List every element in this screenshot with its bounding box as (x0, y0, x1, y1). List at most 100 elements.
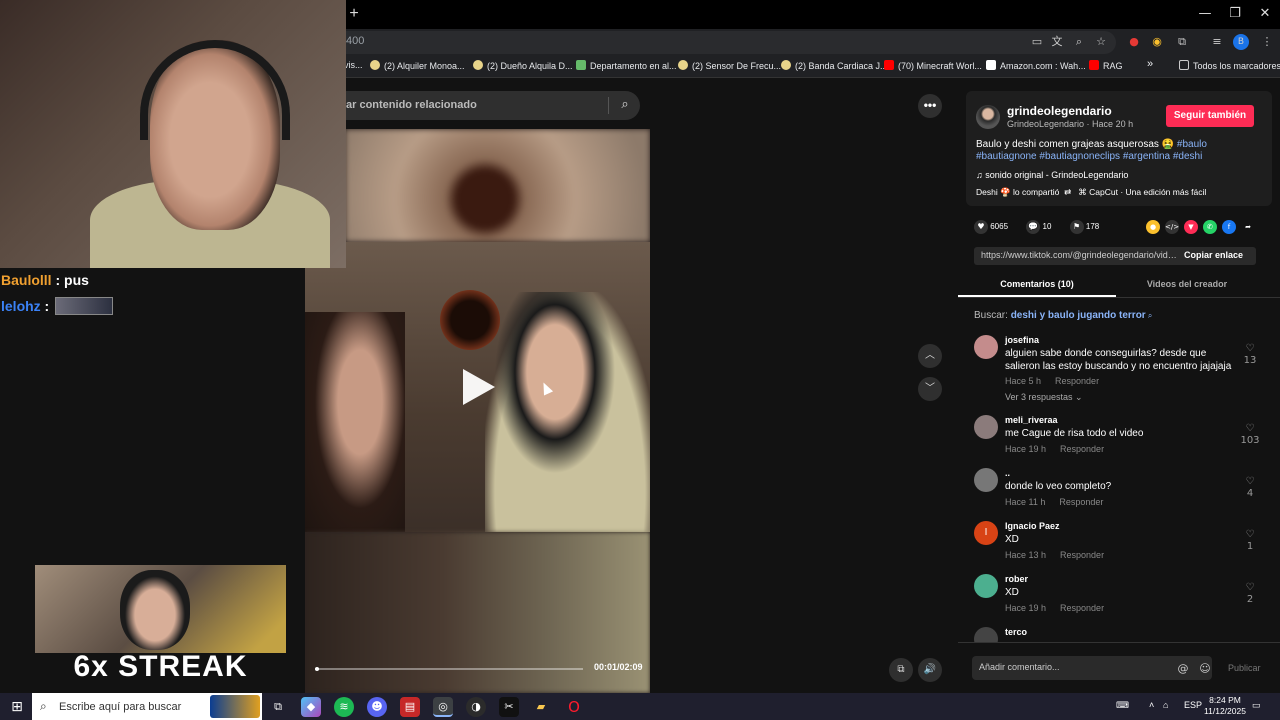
comment-like[interactable]: ♡ 13 (1239, 343, 1261, 367)
minimize-button[interactable]: — (1190, 2, 1220, 26)
follow-button[interactable]: Seguir también (1166, 105, 1254, 127)
copilot-icon[interactable]: ◆ (301, 697, 321, 717)
bookmark-item[interactable]: (2) Dueño Alquila D... (473, 60, 573, 71)
capcut-icon[interactable]: ✂ (499, 697, 519, 717)
comment-like[interactable]: ♡ 103 (1239, 423, 1261, 447)
search-suggestion[interactable]: Buscar: deshi y baulo jugando terror ⌕ (974, 310, 1152, 321)
comment-username[interactable]: rober (1005, 574, 1028, 584)
tab-creator-videos[interactable]: Videos del creador (1108, 279, 1266, 289)
file-explorer-icon[interactable]: ▰ (531, 697, 551, 717)
sound-link[interactable]: ♫ sonido original - GrindeoLegendario (976, 170, 1128, 180)
bookmark-item[interactable]: (2) Sensor De Frecu... (678, 60, 781, 71)
reply-button[interactable]: Responder (1060, 550, 1104, 560)
all-bookmarks-folder[interactable]: Todos los marcadores (1179, 60, 1280, 71)
coin-icon[interactable]: ● (1146, 220, 1160, 234)
task-view-icon[interactable]: ⧉ (268, 697, 288, 717)
comment-like[interactable]: ♡ 2 (1239, 582, 1261, 606)
hashtag-link[interactable]: #deshi (1173, 151, 1202, 162)
discord-icon[interactable]: ☻ (367, 697, 387, 717)
extensions-puzzle-icon[interactable]: ⧉ (1173, 33, 1191, 51)
bookmark-item[interactable]: Amazon.com : Wah... (986, 60, 1086, 71)
whatsapp-icon[interactable]: ✆ (1203, 220, 1217, 234)
extension-icon[interactable]: ● (1125, 33, 1143, 51)
notification-icon[interactable]: ▭ (1252, 700, 1261, 711)
restore-button[interactable]: ❐ (1220, 2, 1250, 26)
network-icon[interactable]: ⌂ (1163, 700, 1168, 710)
publish-button[interactable]: Publicar (1228, 663, 1261, 673)
opera-icon[interactable]: O (564, 697, 584, 717)
search-bar[interactable]: ar contenido relacionado ⌕ (300, 91, 640, 120)
embed-icon[interactable]: </> (1165, 220, 1179, 234)
media-control-icon[interactable]: ≡ (1208, 33, 1226, 51)
comment-avatar[interactable] (974, 335, 998, 359)
previous-video-button[interactable]: ︿ (918, 344, 942, 368)
comment-avatar[interactable] (974, 415, 998, 439)
author-username[interactable]: grindeolegendario (1007, 104, 1112, 118)
bookmark-star-icon[interactable]: ☆ (1092, 33, 1110, 51)
copy-link-button[interactable]: Copiar enlace (1184, 250, 1243, 260)
emoji-icon[interactable]: ☺ (1198, 662, 1212, 676)
share-link-text[interactable]: https://www.tiktok.com/@grindeolegendari… (981, 250, 1177, 260)
comment-like[interactable]: ♡ 1 (1239, 529, 1261, 553)
translate-icon[interactable]: 文 (1048, 33, 1066, 51)
search-input[interactable]: ar contenido relacionado (346, 99, 477, 111)
video-progress-bar[interactable] (315, 667, 583, 671)
mention-icon[interactable]: @ (1176, 662, 1190, 676)
taskbar-search[interactable]: ⌕ Escribe aquí para buscar (32, 693, 262, 720)
view-replies-button[interactable]: Ver 3 respuestas ⌄ (1005, 392, 1083, 403)
spotify-icon[interactable]: ≋ (334, 697, 354, 717)
comment-like[interactable]: ♡ 4 (1239, 476, 1261, 500)
comment-username[interactable]: meli_riveraa (1005, 415, 1058, 425)
zoom-icon[interactable]: ⌕ (1070, 33, 1088, 51)
reply-button[interactable]: Responder (1055, 376, 1099, 386)
comment-username[interactable]: terco (1005, 627, 1027, 637)
chrome-icon[interactable]: ◎ (433, 697, 453, 717)
author-avatar[interactable] (976, 105, 1000, 129)
reply-button[interactable]: Responder (1059, 497, 1103, 507)
comment-input[interactable]: Añadir comentario... @ ☺ (972, 656, 1212, 680)
bookmark-item[interactable]: (2) Alquiler Monoa... (370, 60, 465, 71)
pip-icon[interactable]: ⧉ (889, 658, 913, 682)
video-player[interactable]: 00:01/02:09 (305, 129, 650, 693)
hashtag-link[interactable]: #bautiagnone (976, 151, 1037, 162)
new-tab-button[interactable]: + (346, 4, 362, 24)
tray-overflow-icon[interactable]: ˄ (1149, 700, 1154, 710)
menu-kebab-icon[interactable]: ⋮ (1258, 33, 1276, 51)
bookmark-item[interactable]: vis... (344, 60, 363, 70)
search-icon[interactable]: ⌕ (616, 96, 634, 114)
comment-avatar[interactable] (974, 574, 998, 598)
more-options-button[interactable]: ••• (918, 94, 942, 118)
volume-icon[interactable]: 🔊 (918, 658, 942, 682)
profile-avatar[interactable]: B (1233, 34, 1249, 50)
capcut-link[interactable]: CapCut · Una edición más fácil (1089, 187, 1206, 197)
comment-avatar[interactable] (974, 627, 998, 642)
comment-avatar[interactable] (974, 468, 998, 492)
comment-avatar[interactable]: I (974, 521, 998, 545)
comment-username[interactable]: josefina (1005, 335, 1039, 345)
color-extension-icon[interactable]: ◉ (1148, 33, 1166, 51)
comment-username[interactable]: Ignacio Paez (1005, 521, 1060, 531)
bookmark-item[interactable]: (70) Minecraft Worl... (884, 60, 982, 71)
reply-button[interactable]: Responder (1060, 444, 1104, 454)
comment-icon[interactable]: 💬 (1026, 220, 1041, 234)
language-indicator[interactable]: ESP (1184, 700, 1202, 710)
reply-button[interactable]: Responder (1060, 603, 1104, 613)
play-icon[interactable] (463, 369, 495, 405)
close-window-button[interactable]: ✕ (1250, 2, 1280, 26)
bookmark-icon[interactable]: ⚑ (1069, 220, 1084, 234)
taskbar-clock[interactable]: 8:24 PM 11/12/2025 (1202, 695, 1248, 717)
bookmark-item[interactable]: RAG (1089, 60, 1123, 71)
hashtag-link[interactable]: #bautiagnoneclips (1039, 151, 1120, 162)
hashtag-link[interactable]: #baulo (1177, 139, 1207, 150)
bookmark-item[interactable]: (2) Banda Cardiaca J... (781, 60, 888, 71)
share-arrow-icon[interactable]: ➦ (1241, 220, 1255, 234)
like-icon[interactable]: ♥ (974, 220, 988, 234)
facebook-icon[interactable]: f (1222, 220, 1236, 234)
hashtag-link[interactable]: #argentina (1123, 151, 1170, 162)
bookmark-item[interactable]: Departamento en al... (576, 60, 677, 71)
voicemeeter-icon[interactable]: ▤ (400, 697, 420, 717)
send-icon[interactable]: ▼ (1184, 220, 1198, 234)
start-windows-icon[interactable]: ⊞ (8, 698, 26, 716)
tab-comments[interactable]: Comentarios (10) (958, 279, 1116, 289)
omnibox[interactable]: 400 (300, 31, 1116, 54)
